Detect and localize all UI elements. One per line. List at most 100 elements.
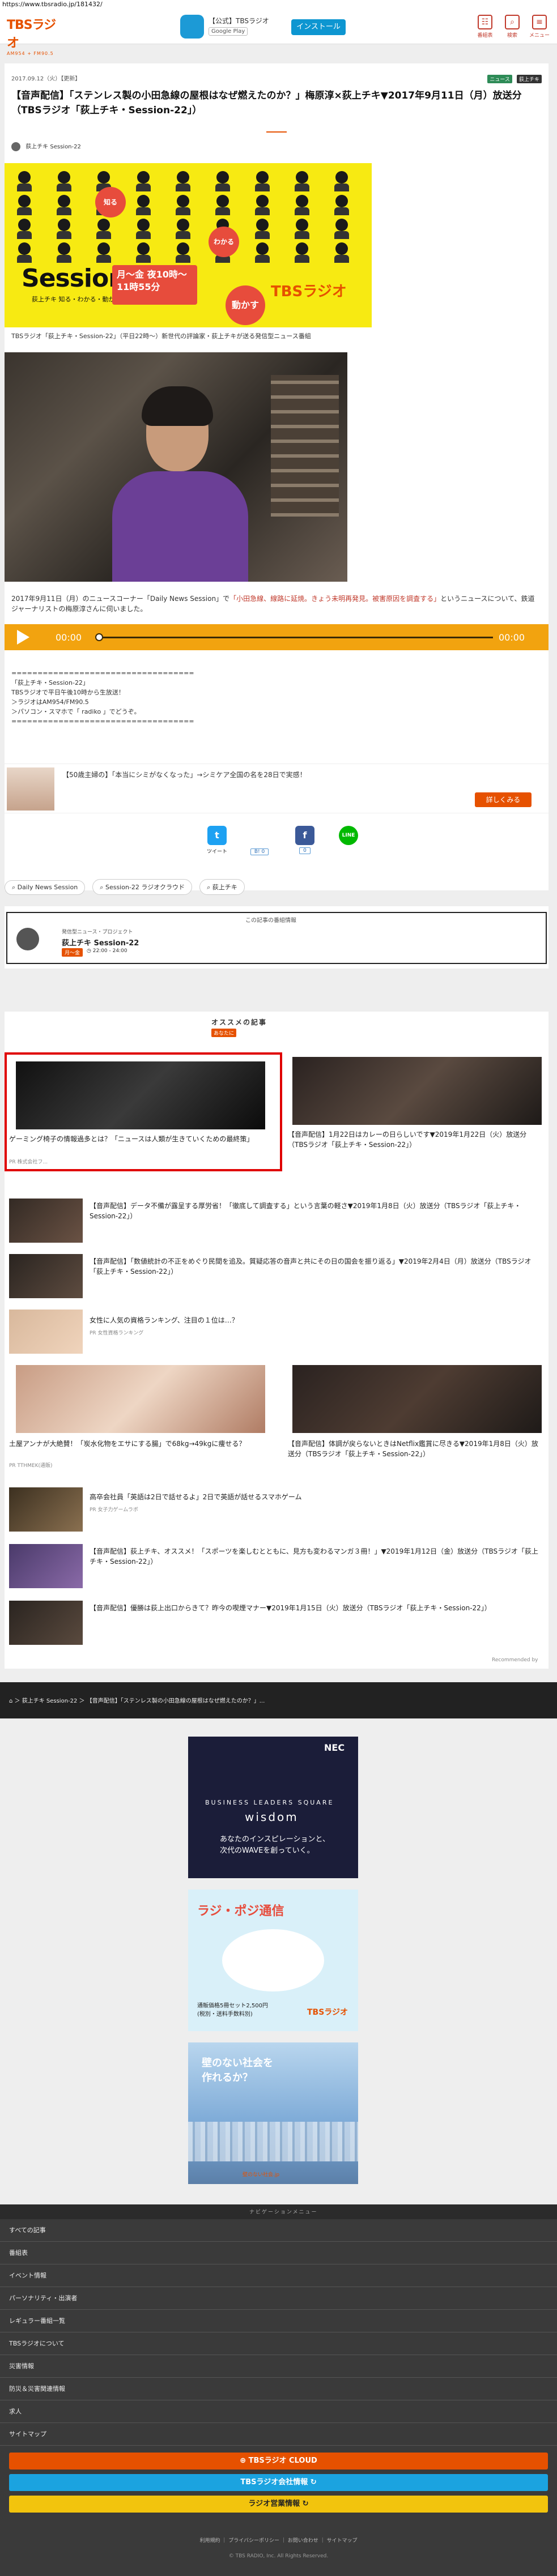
face-head bbox=[97, 242, 110, 255]
author-row[interactable]: 荻上チキ Session-22 bbox=[11, 142, 81, 151]
footer-item-schedule[interactable]: 番組表 bbox=[0, 2242, 557, 2264]
face-body bbox=[334, 255, 349, 263]
photo-bookshelf bbox=[271, 375, 339, 517]
footer-item-jobs[interactable]: 求人 bbox=[0, 2400, 557, 2423]
company-info-button[interactable]: TBSラジオ会社情報 ↻ bbox=[9, 2474, 548, 2491]
rec-source: PR 株式会社フ... bbox=[9, 1159, 48, 1165]
google-play-badge[interactable]: Google Play bbox=[209, 27, 248, 36]
tag-ogiue[interactable]: 荻上チキ bbox=[516, 75, 542, 83]
program-info-box[interactable]: この記事の番組情報 発信型ニュース・プロジェクト 荻上チキ Session-22… bbox=[6, 912, 547, 964]
face-body bbox=[176, 255, 190, 263]
article-body: 2017年9月11日（月）のニュースコーナー「Daily News Sessio… bbox=[11, 594, 538, 614]
footer-item-sitemap[interactable]: サイトマップ bbox=[0, 2423, 557, 2446]
face-body bbox=[17, 207, 32, 215]
rec-thumb[interactable] bbox=[9, 1544, 83, 1588]
rec-title[interactable]: 【音声配信】データ不備が露呈する厚労省！「徹底して調査する」という言葉の軽さ▼2… bbox=[90, 1201, 543, 1221]
nec-ad[interactable]: NEC BUSINESS LEADERS SQUARE wisdom あなたのイ… bbox=[188, 1737, 358, 1878]
face-head bbox=[18, 171, 31, 184]
rec-thumb[interactable] bbox=[9, 1254, 83, 1298]
face-head bbox=[296, 242, 308, 255]
face-body bbox=[136, 207, 151, 215]
face-head bbox=[137, 219, 150, 231]
face-head bbox=[296, 219, 308, 231]
chip-label: Daily News Session bbox=[17, 884, 78, 891]
rec-thumb[interactable] bbox=[9, 1601, 83, 1645]
face-body bbox=[96, 255, 111, 263]
rec-thumb[interactable] bbox=[9, 1487, 83, 1532]
body-highlight: 「小田急線、線路に延焼。きょう未明再発見。被害原因を調査する」 bbox=[229, 595, 441, 603]
chip-ogiue[interactable]: ⌕ 荻上チキ bbox=[199, 879, 245, 895]
inline-ad[interactable]: 【50歳主婦の】「本当にシミがなくなった」→シミケア全国の名を28日で実感！ 詳… bbox=[5, 764, 549, 813]
rec-title[interactable]: 女性に人気の資格ランキング、注目の１位は…？ bbox=[90, 1315, 543, 1325]
site-header: TBSラジオ AM954 + FM90.5 【公式】TBSラジオ Google … bbox=[0, 9, 557, 56]
radio-goods-ad[interactable]: ラジ・ポジ通信 通販価格5冊セット2,500円 (税別・送料手数料別) TBSラ… bbox=[188, 1890, 358, 2031]
twitter-share-button[interactable]: t ツイート bbox=[200, 826, 234, 855]
rec-title[interactable]: 高卒会社員「英語は2日で話せるよ」2日で英語が話せるスマホゲーム bbox=[90, 1492, 543, 1502]
search-icon: ⌕ bbox=[505, 15, 520, 29]
player-progress-handle[interactable] bbox=[95, 633, 103, 641]
facebook-count: 0 bbox=[299, 847, 311, 854]
rec-title[interactable]: ゲーミング椅子の情報過多とは？「ニュースは人類が生きていくための最終策」 bbox=[9, 1134, 275, 1144]
footer-item-events[interactable]: イベント情報 bbox=[0, 2264, 557, 2287]
rec-title[interactable]: 【音声配信】1月22日はカレーの日らしいです▼2019年1月22日（火）放送分（… bbox=[288, 1129, 543, 1150]
face-head bbox=[137, 195, 150, 207]
rec-title[interactable]: 土屋アンナが大絶賛！「炭水化物をエサにする腸」で68kg→49kgに痩せる？ bbox=[9, 1439, 275, 1449]
rec-title[interactable]: 【音声配信】優勝は荻上出口からきて？昨今の喫煙マナー▼2019年1月15日（火）… bbox=[90, 1603, 543, 1613]
rec-thumb[interactable] bbox=[9, 1310, 83, 1354]
info-line-radiko[interactable]: ＞パソコン・スマホで「 radiko 」でどうぞ。 bbox=[11, 707, 538, 716]
photo-hair bbox=[142, 386, 213, 426]
face-head bbox=[256, 195, 269, 207]
sales-info-button[interactable]: ラジオ営業情報 ↻ bbox=[9, 2496, 548, 2513]
footer-item-programs[interactable]: レギュラー番組一覧 bbox=[0, 2310, 557, 2332]
program-time: ◷ 22:00 - 24:00 bbox=[87, 948, 127, 954]
program-category: 発信型ニュース・プロジェクト bbox=[62, 929, 133, 935]
header-menu-button[interactable]: ≡ メニュー bbox=[528, 14, 551, 40]
footer-item-about[interactable]: TBSラジオについて bbox=[0, 2332, 557, 2355]
header-search-button[interactable]: ⌕ 検索 bbox=[501, 14, 524, 40]
face-head bbox=[58, 171, 70, 184]
face-body bbox=[17, 255, 32, 263]
rec-thumb[interactable] bbox=[9, 1199, 83, 1243]
chip-daily-news[interactable]: ⌕ Daily News Session bbox=[5, 880, 86, 895]
footer-item-disaster[interactable]: 災害情報 bbox=[0, 2355, 557, 2378]
society-ad[interactable]: 壁のない社会を 作れるか？ 壁のない社会.jp bbox=[188, 2042, 358, 2184]
banner-bubble-shiru: 知る bbox=[95, 187, 126, 217]
install-button[interactable]: インストール bbox=[291, 19, 346, 35]
player-current-time: 00:00 bbox=[56, 632, 82, 643]
play-icon[interactable] bbox=[17, 630, 29, 645]
facebook-share-button[interactable]: f 0 bbox=[285, 826, 325, 854]
recommended-by[interactable]: Recommended by bbox=[492, 1657, 538, 1663]
header-schedule-button[interactable]: ☷ 番組表 bbox=[474, 14, 496, 40]
tbs-cloud-button[interactable]: ⊕ TBSラジオ CLOUD bbox=[9, 2453, 548, 2470]
banner-face-icon bbox=[176, 242, 190, 263]
player-progress-track[interactable] bbox=[96, 637, 493, 638]
browser-url-bar[interactable]: https://www.tbsradio.jp/181432/ bbox=[0, 0, 557, 9]
inline-ad-thumb bbox=[7, 767, 54, 811]
rec-thumb[interactable] bbox=[292, 1057, 542, 1125]
rec-title[interactable]: 【音声配信】荻上チキ、オススメ！「スポーツを楽しむとともに、見方も変わるマンガ３… bbox=[90, 1546, 543, 1567]
twitter-share-label: ツイート bbox=[206, 849, 227, 855]
hatena-bookmark-button[interactable]: B! 0 bbox=[240, 848, 279, 855]
rec-thumb[interactable] bbox=[292, 1365, 542, 1433]
footer-links[interactable]: 利用規約 ｜ プライバシーポリシー ｜ お問い合わせ ｜ サイトマップ bbox=[0, 2536, 557, 2544]
face-head bbox=[58, 195, 70, 207]
banner-face-icon bbox=[334, 195, 349, 215]
rec-title[interactable]: 【音声配信】体調が戻らないときはNetflix鑑賞に尽きる▼2019年1月8日（… bbox=[288, 1439, 543, 1459]
breadcrumb-text[interactable]: ⌂ ＞ 荻上チキ Session-22 ＞ 【音声配信】「ステンレス製の小田急線… bbox=[9, 1696, 265, 1704]
footer-nav: ナビゲーションメニュー すべての記事 番組表 イベント情報 パーソナリティ・出演… bbox=[0, 2204, 557, 2576]
rec-thumb[interactable] bbox=[16, 1365, 265, 1433]
footer-item-disaster-prevention[interactable]: 防災＆災害関連情報 bbox=[0, 2378, 557, 2400]
inline-ad-button[interactable]: 詳しくみる bbox=[475, 792, 532, 807]
line-share-button[interactable]: LINE bbox=[331, 826, 365, 847]
banner-face-icon bbox=[176, 219, 190, 239]
facebook-icon: f bbox=[295, 826, 314, 845]
rec-thumb[interactable] bbox=[16, 1061, 265, 1129]
tag-news[interactable]: ニュース bbox=[487, 75, 512, 83]
footer-item-all-articles[interactable]: すべての記事 bbox=[0, 2219, 557, 2242]
chip-session-cloud[interactable]: ⌕ Session-22 ラジオクラウド bbox=[92, 879, 192, 895]
footer-item-personalities[interactable]: パーソナリティ・出演者 bbox=[0, 2287, 557, 2310]
calendar-icon: ☷ bbox=[478, 15, 492, 29]
banner-bubble-wakaru: わかる bbox=[209, 227, 239, 257]
rec-title[interactable]: 【音声配信】「数値統計の不正をめぐり民間を追及。質疑応答の音声と共にその日の国会… bbox=[90, 1256, 543, 1277]
site-logo[interactable]: TBSラジオ AM954 + FM90.5 bbox=[7, 15, 59, 56]
